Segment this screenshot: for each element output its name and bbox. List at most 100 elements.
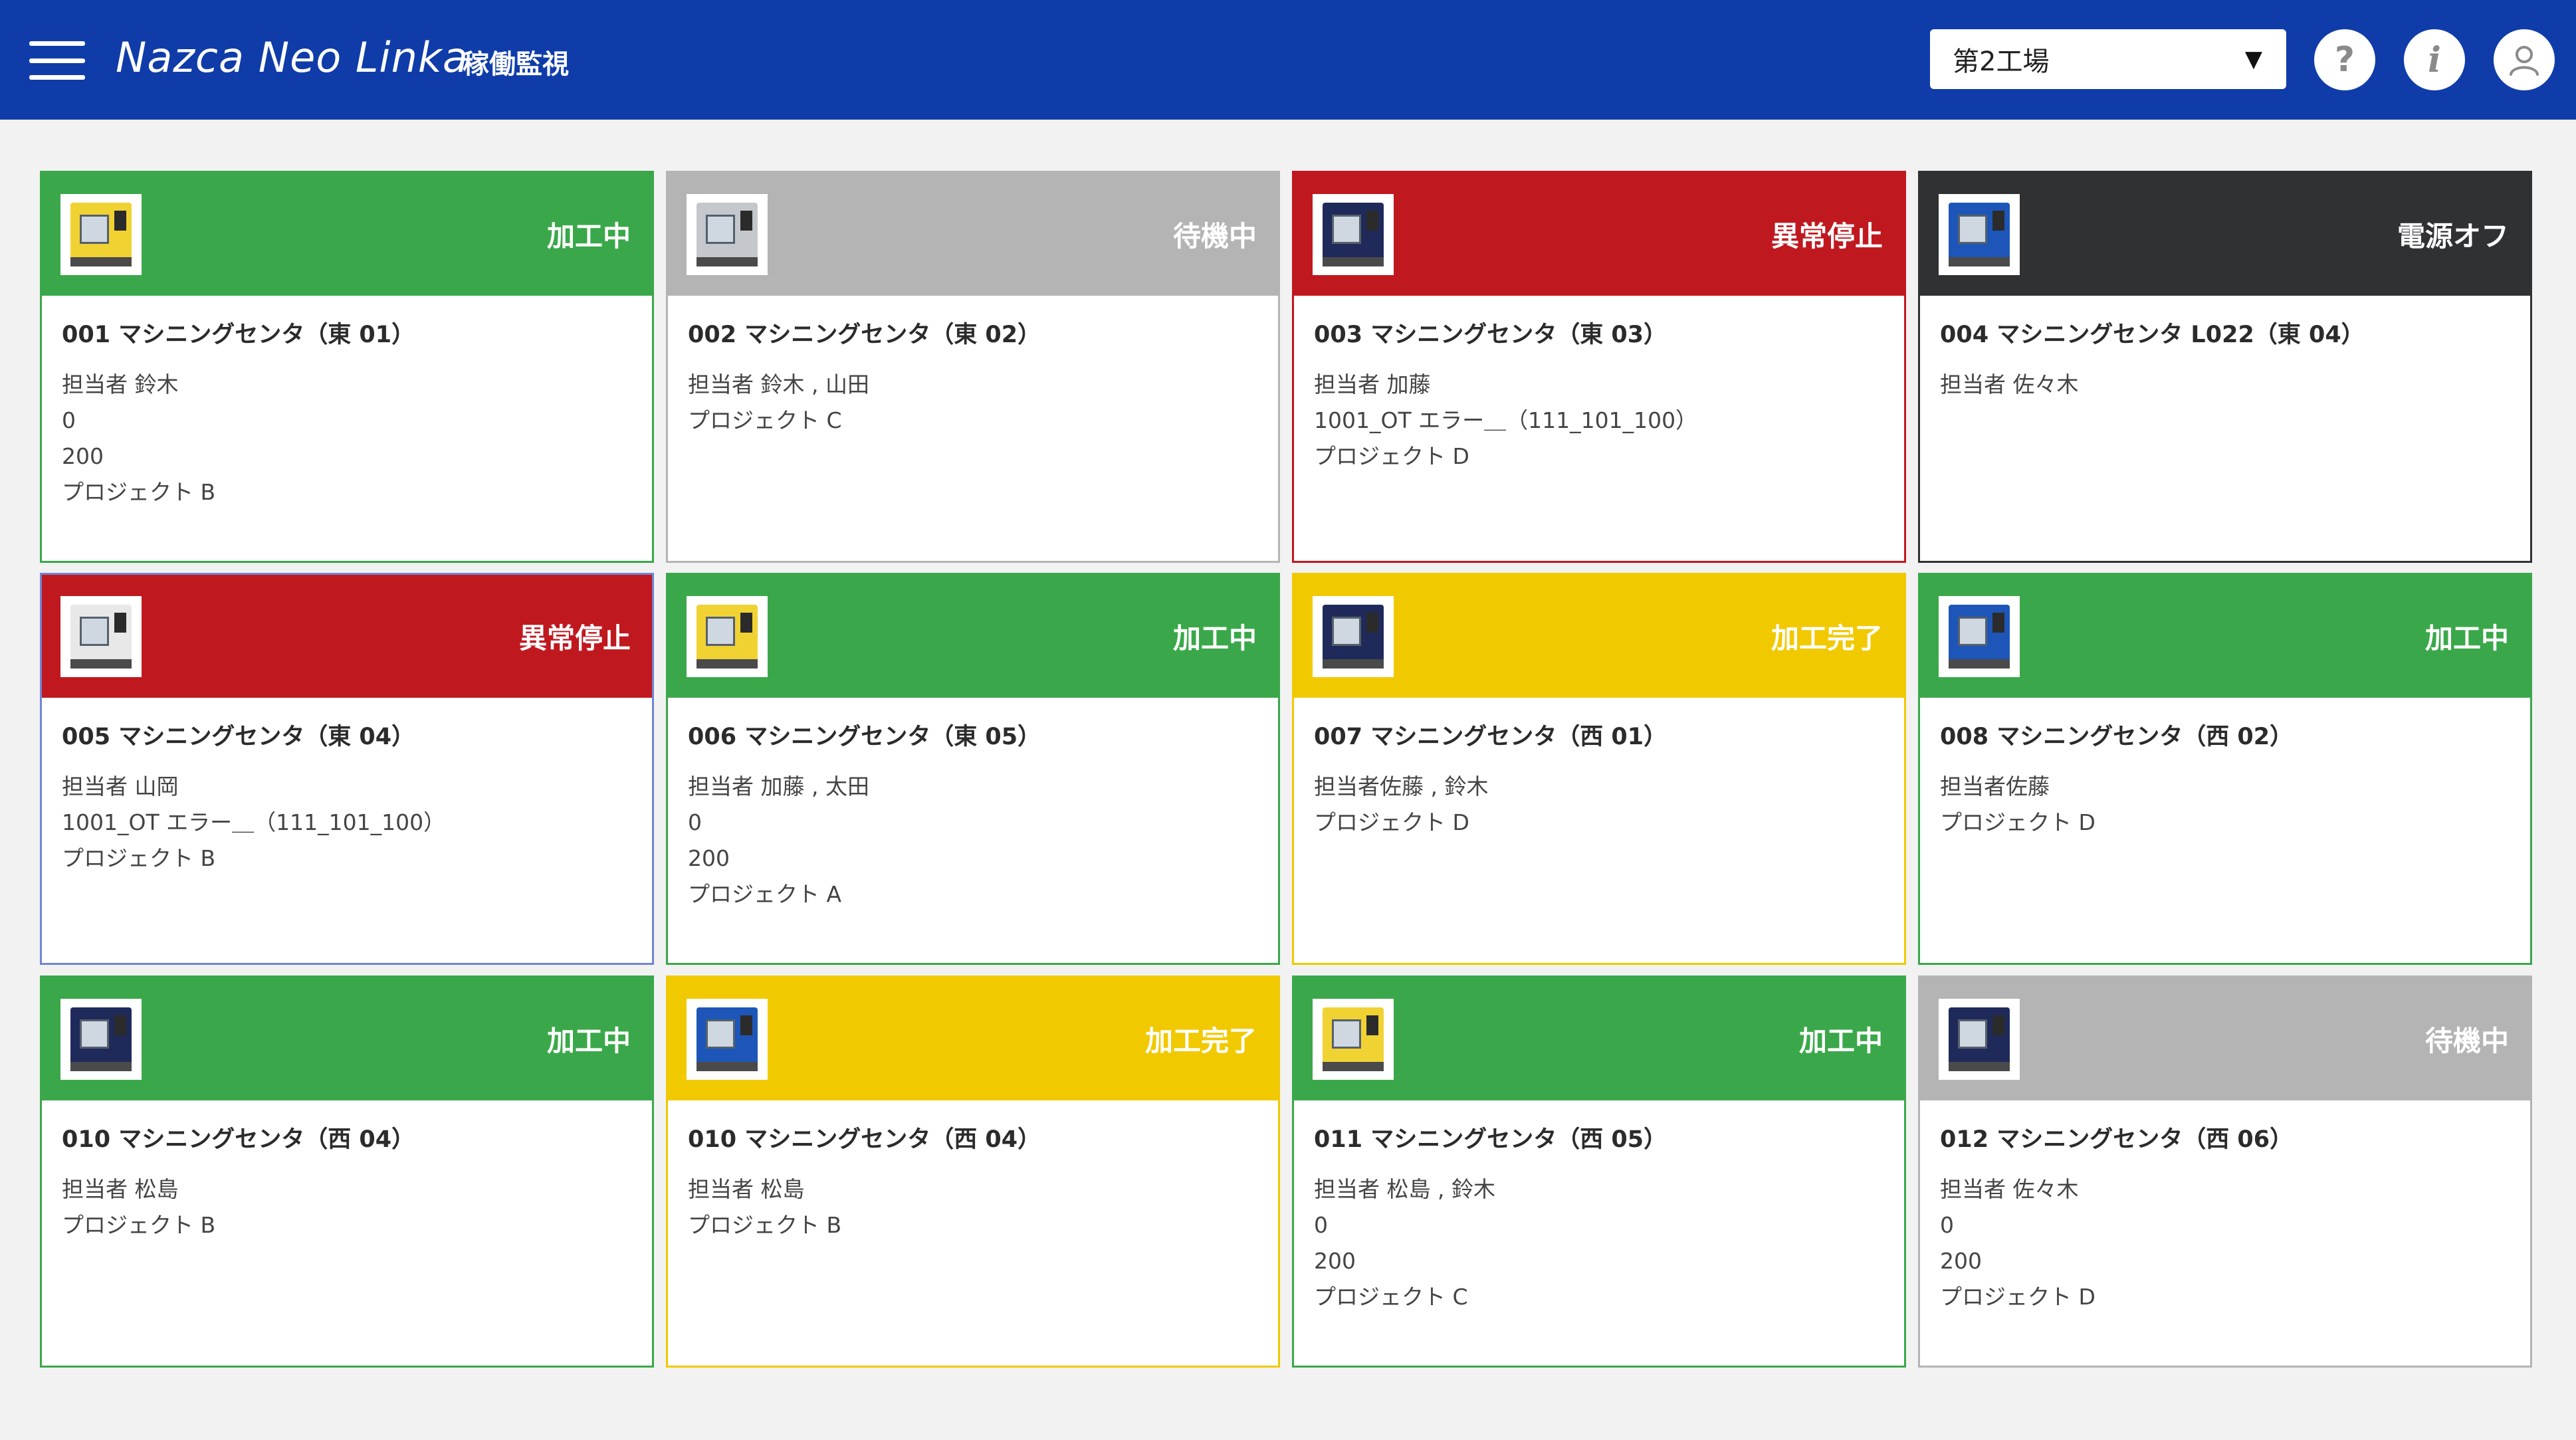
machine-card[interactable]: 異常停止 003 マシニングセンタ（東 03） 担当者 加藤 1001_OT エラー＿… <box>1292 171 1906 563</box>
status-label: 加工中 <box>1798 1025 1883 1057</box>
card-detail-line: 担当者 加藤 <box>1314 371 1431 397</box>
machine-name: 005 マシニングセンタ（東 04） <box>62 724 415 750</box>
factory-select-value: 第2工場 <box>1953 47 2050 77</box>
app-title: Nazca Neo Linka <box>116 33 469 82</box>
card-detail-line: 担当者 加藤 , 太田 <box>688 773 869 799</box>
status-label: 待機中 <box>1172 220 1257 253</box>
machine-card[interactable]: 加工中 008 マシニングセンタ（西 02） 担当者佐藤 プロジェクト D <box>1918 573 2532 965</box>
machine-icon <box>1323 202 1384 266</box>
card-body: 004 マシニングセンタ L022（東 04） 担当者 佐々木 <box>1940 316 2517 403</box>
machine-thumbnail <box>1939 193 2020 275</box>
machine-thumbnail <box>687 193 768 275</box>
card-header: 異常停止 <box>1294 173 1904 296</box>
machine-name: 006 マシニングセンタ（東 05） <box>688 724 1041 750</box>
card-detail-line: プロジェクト C <box>688 407 842 433</box>
menu-icon[interactable] <box>29 41 85 80</box>
card-body: 012 マシニングセンタ（西 06） 担当者 佐々木 0 200 プロジェクト D <box>1940 1120 2517 1315</box>
status-label: 加工中 <box>1172 622 1257 655</box>
status-label: 異常停止 <box>518 622 631 655</box>
chevron-down-icon: ▼ <box>2244 46 2262 72</box>
card-detail-line: 担当者 山岡 <box>62 773 179 799</box>
status-label: 加工完了 <box>1771 622 1883 655</box>
card-header: 加工中 <box>42 977 652 1100</box>
card-detail-line: 200 <box>1940 1248 1982 1274</box>
card-header: 待機中 <box>668 173 1278 296</box>
card-header: 異常停止 <box>42 575 652 698</box>
card-header: 加工中 <box>668 575 1278 698</box>
machine-card[interactable]: 待機中 002 マシニングセンタ（東 02） 担当者 鈴木 , 山田 プロジェクト C <box>666 171 1280 563</box>
machine-card[interactable]: 加工中 010 マシニングセンタ（西 04） 担当者 松島 プロジェクト B <box>40 976 654 1368</box>
status-label: 加工中 <box>546 220 631 253</box>
card-detail-line: プロジェクト D <box>1314 443 1469 469</box>
machine-card[interactable]: 加工中 011 マシニングセンタ（西 05） 担当者 松島 , 鈴木 0 200 プロジェ… <box>1292 976 1906 1368</box>
machine-thumbnail <box>60 998 142 1080</box>
help-button[interactable]: ? <box>2314 29 2375 90</box>
machine-thumbnail <box>687 998 768 1080</box>
card-detail-line: プロジェクト D <box>1940 1284 2095 1310</box>
card-detail-line: 1001_OT エラー＿（111_101_100） <box>1314 407 1698 433</box>
machine-icon <box>1949 202 2010 266</box>
status-label: 加工中 <box>546 1025 631 1057</box>
status-label: 電源オフ <box>2397 220 2509 253</box>
status-label: 異常停止 <box>1771 220 1883 253</box>
card-body: 002 マシニングセンタ（東 02） 担当者 鈴木 , 山田 プロジェクト C <box>688 316 1265 439</box>
machine-name: 011 マシニングセンタ（西 05） <box>1314 1126 1667 1153</box>
machine-name: 010 マシニングセンタ（西 04） <box>688 1126 1041 1153</box>
card-detail-line: 0 <box>1940 1212 1954 1238</box>
machine-thumbnail <box>1939 595 2020 677</box>
factory-select[interactable]: 第2工場 ▼ <box>1930 29 2286 89</box>
machine-card[interactable]: 加工中 001 マシニングセンタ（東 01） 担当者 鈴木 0 200 プロジェクト B <box>40 171 654 563</box>
card-header: 加工中 <box>1920 575 2530 698</box>
card-body: 003 マシニングセンタ（東 03） 担当者 加藤 1001_OT エラー＿（111… <box>1314 316 1891 474</box>
machine-icon <box>697 604 758 669</box>
card-detail-line: プロジェクト B <box>62 845 216 871</box>
card-detail-line: プロジェクト A <box>688 881 842 907</box>
card-body: 006 マシニングセンタ（東 05） 担当者 加藤 , 太田 0 200 プロジェクト … <box>688 718 1265 912</box>
user-button[interactable] <box>2494 29 2555 90</box>
user-icon <box>2510 46 2539 76</box>
machine-name: 007 マシニングセンタ（西 01） <box>1314 724 1667 750</box>
machine-icon <box>697 202 758 266</box>
card-header: 加工完了 <box>1294 575 1904 698</box>
card-detail-line: 担当者 松島 <box>62 1176 179 1202</box>
card-header: 加工完了 <box>668 977 1278 1100</box>
card-detail-line: 200 <box>62 443 104 469</box>
machine-card[interactable]: 待機中 012 マシニングセンタ（西 06） 担当者 佐々木 0 200 プロジェクト D <box>1918 976 2532 1368</box>
card-detail-line: 担当者 鈴木 , 山田 <box>688 371 869 397</box>
card-detail-line: 担当者佐藤 <box>1940 773 2050 799</box>
card-detail-line: 0 <box>1314 1212 1328 1238</box>
machine-name: 008 マシニングセンタ（西 02） <box>1940 724 2294 750</box>
card-body: 008 マシニングセンタ（西 02） 担当者佐藤 プロジェクト D <box>1940 718 2517 841</box>
question-icon: ? <box>2334 40 2355 80</box>
machine-card[interactable]: 電源オフ 004 マシニングセンタ L022（東 04） 担当者 佐々木 <box>1918 171 2532 563</box>
info-icon: i <box>2428 39 2441 80</box>
machine-icon <box>1323 604 1384 669</box>
machine-name: 001 マシニングセンタ（東 01） <box>62 322 415 348</box>
card-detail-line: プロジェクト C <box>1314 1284 1468 1310</box>
card-detail-line: 担当者 松島 <box>688 1176 805 1202</box>
status-label: 待機中 <box>2424 1025 2509 1057</box>
machine-card[interactable]: 異常停止 005 マシニングセンタ（東 04） 担当者 山岡 1001_OT エラー＿… <box>40 573 654 965</box>
card-detail-line: 担当者 佐々木 <box>1940 371 2079 397</box>
machine-thumbnail <box>60 193 142 275</box>
machine-thumbnail <box>1313 193 1394 275</box>
machine-name: 010 マシニングセンタ（西 04） <box>62 1126 415 1153</box>
app-header: Nazca Neo Linka 稼働監視 第2工場 ▼ ? i <box>0 0 2576 120</box>
card-body: 005 マシニングセンタ（東 04） 担当者 山岡 1001_OT エラー＿（111… <box>62 718 639 876</box>
card-detail-line: プロジェクト B <box>62 479 216 505</box>
card-detail-line: 担当者佐藤 , 鈴木 <box>1314 773 1489 799</box>
machine-name: 004 マシニングセンタ L022（東 04） <box>1940 322 2365 348</box>
machine-icon <box>70 1007 132 1071</box>
machine-card[interactable]: 加工完了 010 マシニングセンタ（西 04） 担当者 松島 プロジェクト B <box>666 976 1280 1368</box>
machine-icon <box>697 1007 758 1071</box>
machine-card[interactable]: 加工完了 007 マシニングセンタ（西 01） 担当者佐藤 , 鈴木 プロジェクト D <box>1292 573 1906 965</box>
machine-name: 003 マシニングセンタ（東 03） <box>1314 322 1667 348</box>
machine-icon <box>70 604 132 669</box>
machine-thumbnail <box>1939 998 2020 1080</box>
info-button[interactable]: i <box>2404 29 2465 90</box>
machine-thumbnail <box>1313 595 1394 677</box>
machine-name: 002 マシニングセンタ（東 02） <box>688 322 1041 348</box>
machine-card[interactable]: 加工中 006 マシニングセンタ（東 05） 担当者 加藤 , 太田 0 200 プロジェ… <box>666 573 1280 965</box>
page-title: 稼働監視 <box>463 49 569 80</box>
card-detail-line: 200 <box>1314 1248 1356 1274</box>
